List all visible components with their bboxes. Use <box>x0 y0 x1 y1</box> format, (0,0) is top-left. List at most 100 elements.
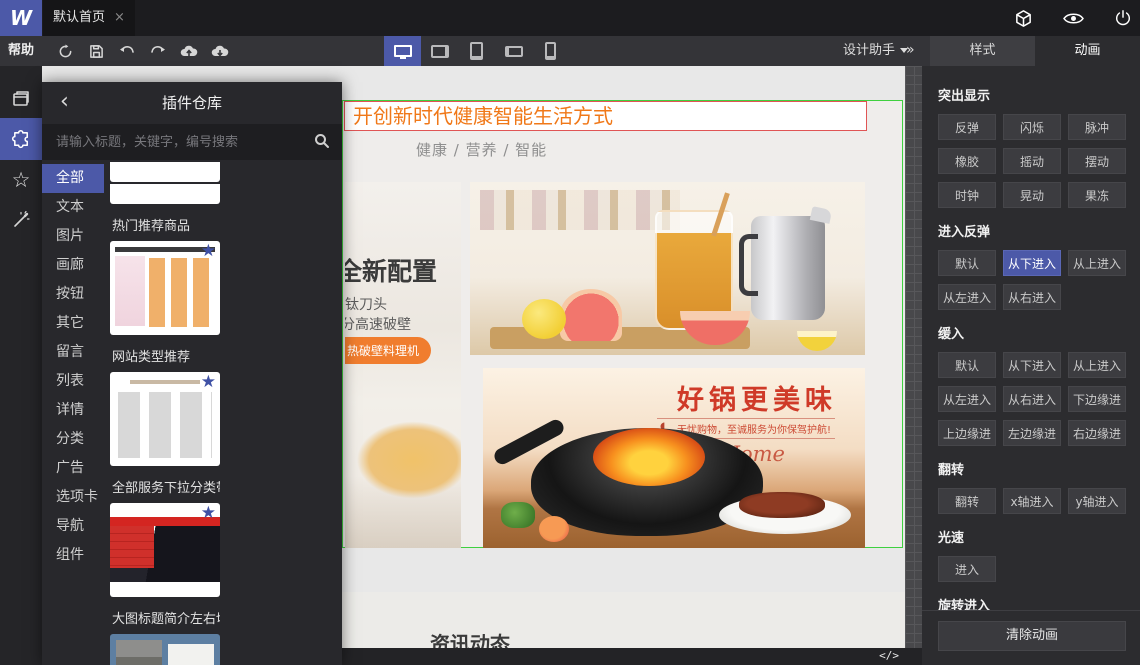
animation-button[interactable]: 从上进入 <box>1068 352 1126 378</box>
code-toggle-icon[interactable]: </> <box>879 649 899 662</box>
category-item[interactable]: 画廊 <box>42 251 104 280</box>
category-item[interactable]: 选项卡 <box>42 483 104 512</box>
animation-button[interactable]: 翻转 <box>938 488 996 514</box>
wok-banner-image[interactable]: 好锅更美味 无忧购物，至诚服务为你保驾护航! Warm Home <box>483 368 865 548</box>
device-phone-portrait-button[interactable] <box>532 36 569 66</box>
category-item[interactable]: 按钮 <box>42 280 104 309</box>
sidebar-item-tools[interactable] <box>0 200 42 240</box>
animation-button[interactable]: 默认 <box>938 250 996 276</box>
undo-icon[interactable] <box>117 40 137 62</box>
animation-button[interactable]: 右边缘进 <box>1068 420 1126 446</box>
animation-button[interactable]: 默认 <box>938 352 996 378</box>
favorite-star-icon[interactable]: ★ <box>201 241 216 261</box>
category-item[interactable]: 详情 <box>42 396 104 425</box>
plugin-card-partial[interactable] <box>110 162 220 182</box>
search-input[interactable] <box>42 124 342 160</box>
animation-button[interactable]: 从下进入 <box>1003 250 1061 276</box>
animation-button[interactable]: 从上进入 <box>1068 250 1126 276</box>
sidebar-item-favorites[interactable]: ☆ <box>0 160 42 200</box>
plugin-card-preview[interactable] <box>110 634 220 665</box>
animation-button-row: 翻转 x轴进入 y轴进入 <box>938 488 1126 514</box>
animation-button[interactable]: 下边缘进 <box>1068 386 1126 412</box>
device-tablet-portrait-button[interactable] <box>458 36 495 66</box>
pages-icon <box>13 91 29 106</box>
category-item[interactable]: 组件 <box>42 541 104 570</box>
animation-button[interactable]: 闪烁 <box>1003 114 1061 140</box>
category-item[interactable]: 导航 <box>42 512 104 541</box>
cube-icon[interactable] <box>1014 9 1033 28</box>
page-tab[interactable]: 默认首页 × <box>43 0 135 36</box>
save-icon[interactable] <box>86 40 106 62</box>
toolbar: 帮助 设计助手 » 样式 动画 <box>0 36 1140 66</box>
animation-button[interactable]: 摆动 <box>1068 148 1126 174</box>
hero-title-selected-element[interactable]: 开创新时代健康智能生活方式 <box>344 101 867 131</box>
juice-banner-image[interactable] <box>470 182 865 355</box>
animation-button[interactable]: 左边缘进 <box>1003 420 1061 446</box>
category-item[interactable]: 广告 <box>42 454 104 483</box>
tab-animation[interactable]: 动画 <box>1035 36 1140 66</box>
animation-button[interactable]: 反弹 <box>938 114 996 140</box>
animation-button[interactable]: 从右进入 <box>1003 386 1061 412</box>
redo-icon[interactable] <box>148 40 168 62</box>
partial-card-cell <box>110 182 220 204</box>
device-tablet-landscape-button[interactable] <box>421 36 458 66</box>
eye-icon[interactable] <box>1063 11 1084 26</box>
cloud-download-icon[interactable] <box>210 40 230 62</box>
more-button[interactable]: » <box>906 36 915 65</box>
plugin-card-preview[interactable]: ★ <box>110 372 220 466</box>
help-button[interactable]: 帮助 <box>8 36 34 66</box>
favorite-star-icon[interactable]: ★ <box>201 503 216 523</box>
animation-button[interactable]: 晃动 <box>1003 182 1061 208</box>
back-icon[interactable]: ‹ <box>60 89 69 114</box>
plugin-card-partial[interactable] <box>110 184 220 204</box>
hero-subtitle[interactable]: 健康 / 营养 / 智能 <box>416 139 547 160</box>
cloud-upload-icon[interactable] <box>179 40 199 62</box>
animation-button[interactable]: 从左进入 <box>938 284 996 310</box>
plugin-categories: 全部 文本 图片 画廊 按钮 其它 留言 列表 详情 分类 广告 选项卡 导航 组件 <box>42 160 104 665</box>
animation-button[interactable]: 时钟 <box>938 182 996 208</box>
animation-button[interactable]: 果冻 <box>1068 182 1126 208</box>
category-item[interactable]: 全部 <box>42 164 104 193</box>
design-assistant-dropdown[interactable]: 设计助手 <box>843 36 909 66</box>
category-item[interactable]: 其它 <box>42 309 104 338</box>
device-desktop-button[interactable] <box>384 36 421 66</box>
animation-button[interactable]: 进入 <box>938 556 996 582</box>
animation-button[interactable]: 上边缘进 <box>938 420 996 446</box>
animation-button[interactable]: x轴进入 <box>1003 488 1061 514</box>
category-item[interactable]: 图片 <box>42 222 104 251</box>
category-item[interactable]: 分类 <box>42 425 104 454</box>
app-logo[interactable]: W <box>0 0 42 36</box>
sidebar-item-plugins[interactable] <box>0 118 42 160</box>
broccoli-graphic <box>501 502 535 528</box>
left-banner-button[interactable]: 热破壁料理机 <box>345 337 432 364</box>
animation-section-title: 突出显示 <box>938 89 991 104</box>
category-item[interactable]: 列表 <box>42 367 104 396</box>
animation-button[interactable]: 橡胶 <box>938 148 996 174</box>
clear-animation-button[interactable]: 清除动画 <box>938 621 1126 651</box>
close-icon[interactable]: × <box>114 10 125 25</box>
wand-icon <box>14 210 30 227</box>
sidebar-item-pages[interactable] <box>0 78 42 118</box>
animation-button[interactable]: 从下进入 <box>1003 352 1061 378</box>
tab-style[interactable]: 样式 <box>930 36 1035 66</box>
left-banner-image[interactable]: 全新配置 钛刀头 分高速破壁 热破壁料理机 <box>345 182 461 548</box>
category-item[interactable]: 文本 <box>42 193 104 222</box>
canvas-edge-grid[interactable] <box>905 66 922 648</box>
animation-button[interactable]: 从左进入 <box>938 386 996 412</box>
animation-button[interactable]: y轴进入 <box>1068 488 1126 514</box>
plugin-card-label: 热门推荐商品 <box>112 219 191 234</box>
device-phone-landscape-button[interactable] <box>495 36 532 66</box>
power-icon[interactable] <box>1114 9 1132 27</box>
animation-button[interactable]: 摇动 <box>1003 148 1061 174</box>
plugin-card-label: 网站类型推荐 <box>112 350 191 365</box>
animation-button-row: 默认 从下进入 从上进入从左进入 从右进入 <box>938 250 1126 310</box>
kitchen-shelf-graphic <box>480 190 680 230</box>
favorite-star-icon[interactable]: ★ <box>201 372 216 392</box>
category-item[interactable]: 留言 <box>42 338 104 367</box>
refresh-icon[interactable] <box>55 40 75 62</box>
animation-button[interactable]: 脉冲 <box>1068 114 1126 140</box>
animation-button[interactable]: 从右进入 <box>1003 284 1061 310</box>
plugin-card-preview[interactable]: ★ <box>110 241 220 335</box>
plugin-card-preview[interactable]: ★ <box>110 503 220 597</box>
search-icon[interactable] <box>314 133 330 153</box>
